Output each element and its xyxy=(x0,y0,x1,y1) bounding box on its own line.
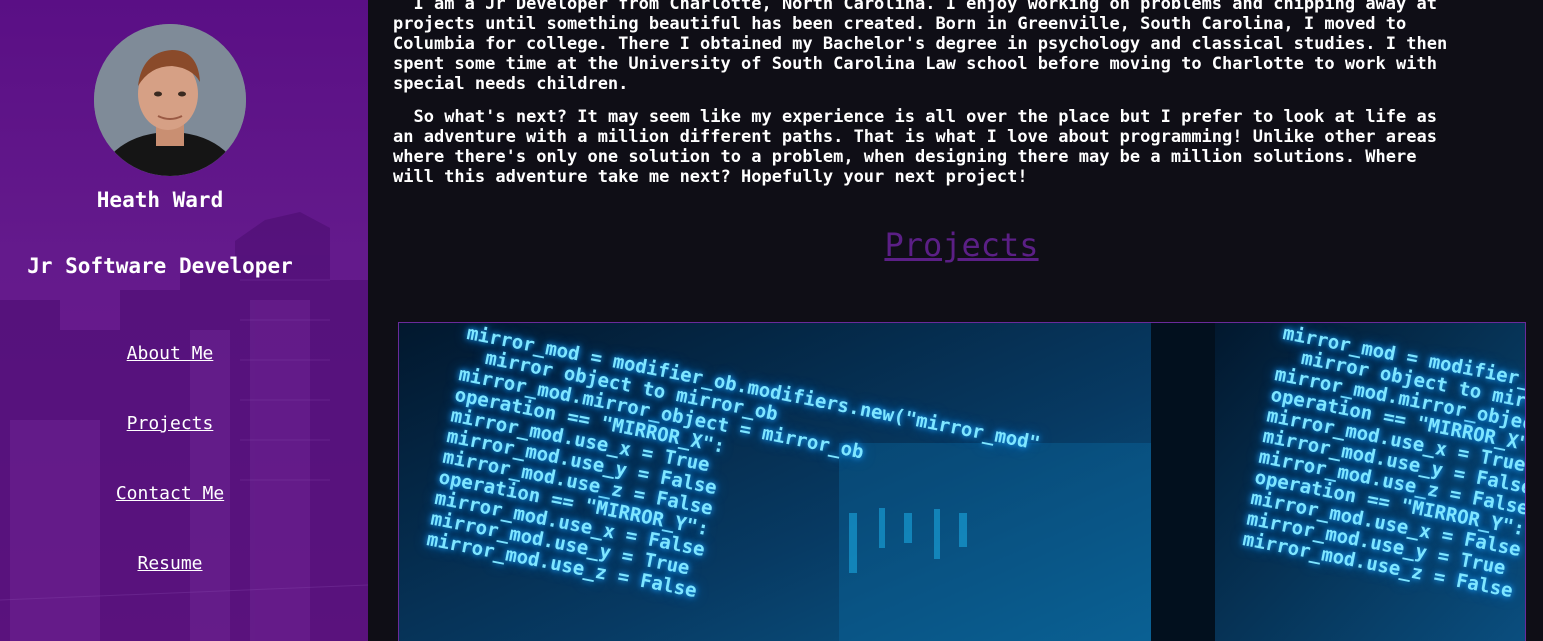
profile-name: Heath Ward xyxy=(96,188,224,212)
project-card[interactable]: mirror_mod = modifier_ob.modifiers.new("… xyxy=(398,322,1526,641)
avatar xyxy=(94,24,246,176)
project-image: mirror_mod = modifier_ob.modifiers.new("… xyxy=(399,323,1151,641)
profile-photo xyxy=(94,24,246,176)
project-image-2: mirror_mod = modifier_ob.modifiers.new("… xyxy=(1215,323,1525,641)
image-gap xyxy=(1151,323,1215,641)
about-paragraph-1: I am a Jr Developer from Charlotte, Nort… xyxy=(393,0,1448,94)
about-paragraph-2: So what's next? It may seem like my expe… xyxy=(393,107,1437,187)
profile-role: Jr Software Developer xyxy=(27,254,293,278)
nav-contact-me[interactable]: Contact Me xyxy=(0,483,340,504)
nav-about-me[interactable]: About Me xyxy=(0,343,340,364)
sidebar: Heath Ward Jr Software Developer About M… xyxy=(0,0,368,641)
projects-heading[interactable]: Projects xyxy=(368,226,1543,264)
nav-projects[interactable]: Projects xyxy=(0,413,340,434)
nav-resume[interactable]: Resume xyxy=(0,553,340,574)
main-content: I am a Jr Developer from Charlotte, Nort… xyxy=(368,0,1543,641)
